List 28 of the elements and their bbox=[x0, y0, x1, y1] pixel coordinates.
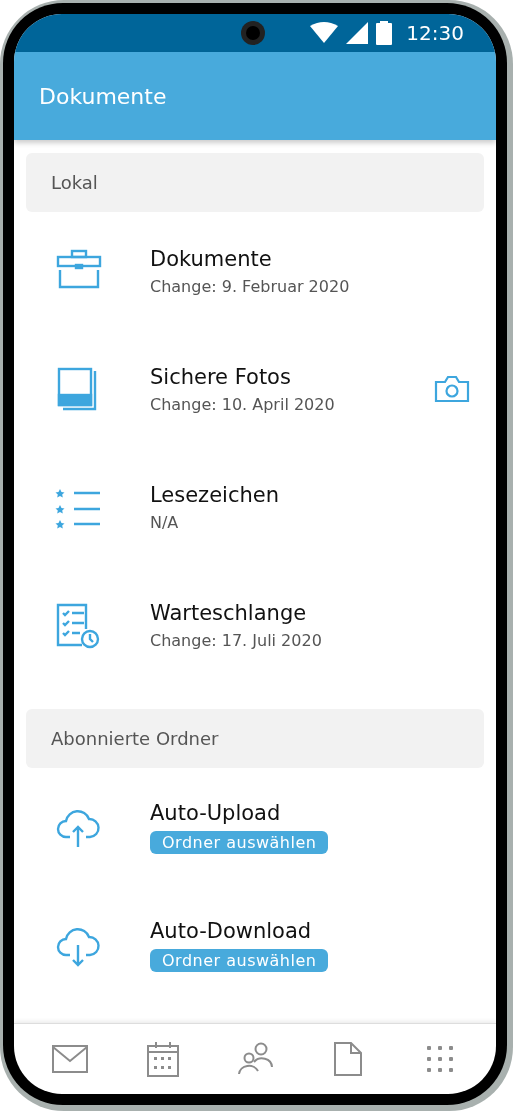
item-title: Warteschlange bbox=[150, 600, 307, 625]
item-title: Sichere Fotos bbox=[150, 364, 291, 389]
signal-icon bbox=[346, 22, 369, 44]
camera-icon[interactable] bbox=[434, 375, 470, 403]
app-title: Dokumente bbox=[39, 83, 167, 109]
item-date: Change: 17. Juli 2020 bbox=[150, 630, 322, 650]
list-item[interactable]: Sichere Fotos Change: 10. April 2020 bbox=[26, 330, 484, 448]
checklist-clock-icon bbox=[54, 601, 102, 649]
list-item[interactable]: Lesezeichen N/A bbox=[26, 448, 484, 566]
item-title: Dokumente bbox=[150, 246, 272, 271]
item-date: Change: 10. April 2020 bbox=[150, 394, 335, 414]
wifi-icon bbox=[310, 22, 339, 44]
list-item[interactable]: Dokumente Change: 9. Februar 2020 bbox=[26, 212, 484, 330]
item-date: N/A bbox=[150, 512, 179, 532]
contacts-icon[interactable] bbox=[236, 1041, 273, 1077]
section-title: Lokal bbox=[51, 172, 98, 193]
list-item[interactable]: Auto-Upload Ordner auswählen bbox=[26, 768, 484, 886]
camera-hole-icon bbox=[240, 20, 267, 46]
calendar-icon[interactable] bbox=[144, 1041, 181, 1077]
item-title: Auto-Upload bbox=[150, 800, 281, 825]
list-item[interactable]: Auto-Download Ordner auswählen bbox=[26, 886, 484, 1004]
item-date: Change: 9. Februar 2020 bbox=[150, 276, 350, 296]
clock-time: 12:30 bbox=[406, 21, 464, 45]
section-title: Abonnierte Ordner bbox=[51, 728, 219, 749]
battery-icon bbox=[376, 21, 393, 45]
item-title: Auto-Download bbox=[150, 918, 312, 943]
item-title: Lesezeichen bbox=[150, 482, 279, 507]
list-item[interactable]: Warteschlange Change: 17. Juli 2020 bbox=[26, 566, 484, 684]
